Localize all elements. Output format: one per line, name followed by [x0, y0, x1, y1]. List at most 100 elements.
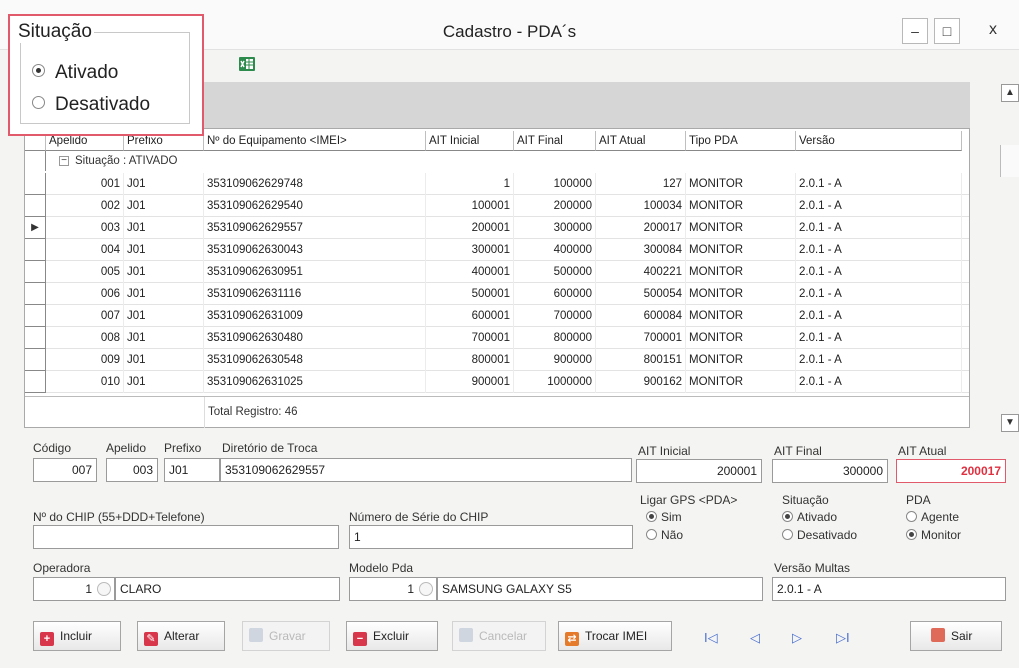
cell-prefixo: J01	[124, 195, 204, 217]
cell-ait-inicial: 700001	[426, 327, 514, 349]
versao-multas-field[interactable]: 2.0.1 - A	[772, 577, 1006, 601]
sair-button[interactable]: Sair	[910, 621, 1002, 651]
prefixo-field[interactable]: J01	[164, 458, 220, 482]
prefixo-label: Prefixo	[164, 441, 202, 455]
table-row[interactable]: 002 J01 353109062629540 100001 200000 100034 M…	[25, 195, 969, 217]
incluir-button[interactable]: + Incluir	[33, 621, 121, 651]
row-selector[interactable]	[25, 371, 46, 393]
scroll-up-button[interactable]: ▲	[1001, 84, 1019, 102]
row-selector[interactable]	[25, 173, 46, 195]
row-selector[interactable]	[25, 239, 46, 261]
codigo-field[interactable]: 007	[33, 458, 97, 482]
next-record-button[interactable]: ▷	[792, 630, 802, 646]
exit-icon	[931, 628, 945, 642]
gps-nao-radio-icon[interactable]	[646, 529, 657, 540]
column-header-tipo-pda[interactable]: Tipo PDA	[686, 131, 796, 151]
scroll-down-button[interactable]: ▼	[1001, 414, 1019, 432]
cell-imei: 353109062631116	[204, 283, 426, 305]
ait-atual-field[interactable]: 200017	[896, 459, 1006, 483]
situacao-ativado-radio-icon[interactable]	[782, 511, 793, 522]
column-header-ait-inicial[interactable]: AIT Inicial	[426, 131, 514, 151]
table-row[interactable]: 009 J01 353109062630548 800001 900000 800151 M…	[25, 349, 969, 371]
row-selector[interactable]	[25, 261, 46, 283]
pda-monitor-radio-icon[interactable]	[906, 529, 917, 540]
diretorio-field[interactable]: 353109062629557	[220, 458, 632, 482]
column-header-imei[interactable]: Nº do Equipamento <IMEI>	[204, 131, 426, 151]
pda-option-agente[interactable]: Agente	[906, 510, 959, 524]
table-row[interactable]: 004 J01 353109062630043 300001 400000 300084 M…	[25, 239, 969, 261]
serie-chip-field[interactable]: 1	[349, 525, 633, 549]
cell-prefixo: J01	[124, 239, 204, 261]
row-selector[interactable]	[25, 305, 46, 327]
group-row-ativado[interactable]: − Situação : ATIVADO	[25, 151, 969, 171]
operadora-lookup-icon[interactable]	[97, 582, 111, 596]
cell-ait-atual: 900162	[596, 371, 686, 393]
row-selector[interactable]	[25, 327, 46, 349]
minimize-button[interactable]: –	[902, 18, 928, 44]
table-row[interactable]: 001 J01 353109062629748 1 100000 127 MONITOR 2.…	[25, 173, 969, 195]
table-row[interactable]: 007 J01 353109062631009 600001 700000 600084 M…	[25, 305, 969, 327]
row-selector[interactable]	[25, 349, 46, 371]
group-collapse-toggle[interactable]: −	[59, 156, 69, 166]
column-header-ait-atual[interactable]: AIT Atual	[596, 131, 686, 151]
alterar-button[interactable]: ✎ Alterar	[137, 621, 225, 651]
row-selector[interactable]: ▶	[25, 217, 46, 239]
excluir-button[interactable]: − Excluir	[346, 621, 438, 651]
column-header-versao[interactable]: Versão	[796, 131, 962, 151]
column-header-ait-final[interactable]: AIT Final	[514, 131, 596, 151]
cell-tipo-pda: MONITOR	[686, 173, 796, 195]
cell-ait-final: 400000	[514, 239, 596, 261]
filter-option-desativado[interactable]: Desativado	[32, 94, 150, 116]
row-selector[interactable]	[25, 283, 46, 305]
ait-final-field[interactable]: 300000	[772, 459, 888, 483]
ait-inicial-field[interactable]: 200001	[636, 459, 762, 483]
cell-imei: 353109062630043	[204, 239, 426, 261]
gps-option-nao[interactable]: Não	[646, 528, 683, 542]
gps-option-sim[interactable]: Sim	[646, 510, 682, 524]
cell-apelido: 004	[46, 239, 124, 261]
first-record-button[interactable]: I◁	[704, 630, 718, 646]
table-row[interactable]: ▶ 003 J01 353109062629557 200001 300000 200017…	[25, 217, 969, 239]
apelido-field[interactable]: 003	[106, 458, 158, 482]
table-row[interactable]: 010 J01 353109062631025 900001 1000000 900162…	[25, 371, 969, 393]
scrollbar-thumb[interactable]	[1000, 145, 1019, 177]
table-row[interactable]: 006 J01 353109062631116 500001 600000 500054 M…	[25, 283, 969, 305]
filter-option-ativado[interactable]: Ativado	[32, 62, 118, 84]
pda-option-monitor[interactable]: Monitor	[906, 528, 961, 542]
cell-ait-atual: 100034	[596, 195, 686, 217]
cell-imei: 353109062630951	[204, 261, 426, 283]
cell-prefixo: J01	[124, 261, 204, 283]
trocar-imei-button[interactable]: ⇄ Trocar IMEI	[558, 621, 672, 651]
modelo-label: Modelo Pda	[349, 561, 414, 575]
row-selector[interactable]	[25, 195, 46, 217]
table-row[interactable]: 008 J01 353109062630480 700001 800000 700001 M…	[25, 327, 969, 349]
chip-field[interactable]	[33, 525, 339, 549]
situacao-desativado-radio-icon[interactable]	[782, 529, 793, 540]
versao-multas-label: Versão Multas	[774, 561, 851, 575]
cell-imei: 353109062630480	[204, 327, 426, 349]
filter-ativado-radio-icon[interactable]	[32, 64, 45, 77]
pda-agente-radio-icon[interactable]	[906, 511, 917, 522]
close-button[interactable]: x	[980, 18, 1006, 44]
ait-inicial-label: AIT Inicial	[638, 444, 691, 458]
last-record-button[interactable]: ▷I	[836, 630, 850, 646]
previous-record-button[interactable]: ◁	[750, 630, 760, 646]
filter-desativado-radio-icon[interactable]	[32, 96, 45, 109]
gravar-button[interactable]: Gravar	[242, 621, 330, 651]
excel-export-icon[interactable]	[238, 56, 256, 72]
cell-apelido: 010	[46, 371, 124, 393]
situacao-filter-title: Situação	[16, 21, 94, 43]
edit-icon: ✎	[144, 632, 158, 646]
cancel-icon	[459, 628, 473, 642]
cell-prefixo: J01	[124, 371, 204, 393]
maximize-button[interactable]: □	[934, 18, 960, 44]
operadora-label: Operadora	[33, 561, 91, 575]
cell-ait-final: 800000	[514, 327, 596, 349]
table-row[interactable]: 005 J01 353109062630951 400001 500000 400221 M…	[25, 261, 969, 283]
gps-sim-radio-icon[interactable]	[646, 511, 657, 522]
situacao-option-desativado[interactable]: Desativado	[782, 528, 857, 542]
cancelar-button[interactable]: Cancelar	[452, 621, 546, 651]
cell-ait-atual: 600084	[596, 305, 686, 327]
situacao-option-ativado[interactable]: Ativado	[782, 510, 837, 524]
modelo-lookup-icon[interactable]	[419, 582, 433, 596]
